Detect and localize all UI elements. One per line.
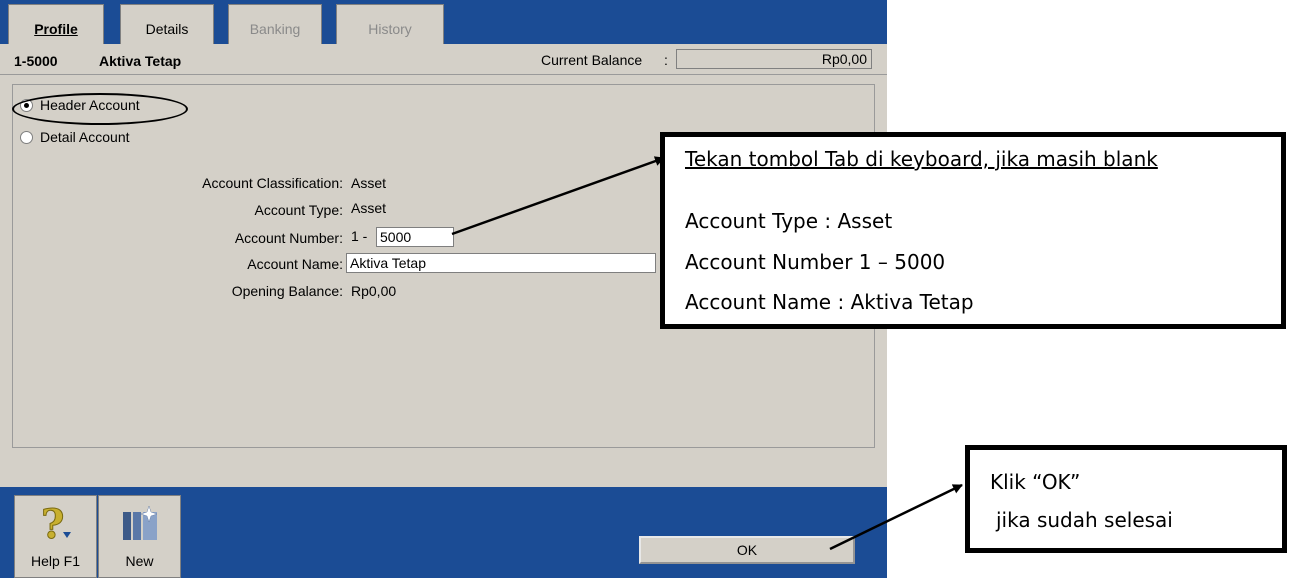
instruction-heading: Tekan tombol Tab di keyboard, jika masih… bbox=[685, 147, 1158, 171]
arrow-to-main-callout bbox=[451, 156, 665, 236]
page: { "tabs": [ {"label": "Profile", "state"… bbox=[0, 0, 1296, 578]
arrow-to-ok-callout bbox=[829, 483, 963, 551]
ok-callout-line1: Klik “OK” bbox=[990, 470, 1081, 494]
instruction-line-number: Account Number 1 – 5000 bbox=[685, 250, 946, 274]
instruction-line-name: Account Name : Aktiva Tetap bbox=[685, 290, 974, 314]
instruction-callout: Tekan tombol Tab di keyboard, jika masih… bbox=[660, 132, 1286, 329]
instruction-line-type: Account Type : Asset bbox=[685, 209, 893, 233]
ok-callout-line2: jika sudah selesai bbox=[996, 508, 1173, 532]
ok-callout: Klik “OK” jika sudah selesai bbox=[965, 445, 1287, 553]
